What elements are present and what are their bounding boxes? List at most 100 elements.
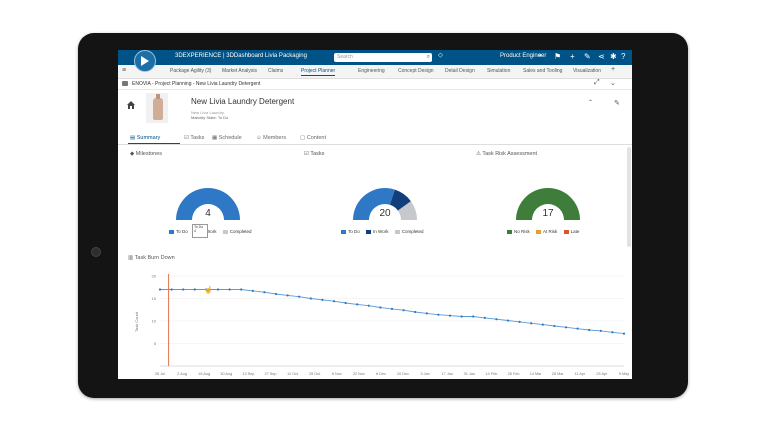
share-icon[interactable]: ⋖ [598, 52, 605, 62]
add-tab-icon[interactable]: + [611, 66, 615, 73]
active-subtab-indicator [128, 143, 180, 144]
add-icon[interactable]: + [570, 52, 575, 62]
home-icon[interactable] [126, 100, 136, 110]
burndown-point [564, 326, 568, 329]
burndown-point [588, 328, 591, 332]
x-tick-label: 28 Mar [552, 372, 565, 376]
widget-maximize-icon[interactable]: ⤢ [594, 79, 600, 87]
role-dropdown-icon[interactable]: ▾ [539, 53, 542, 59]
burndown-point [321, 298, 324, 301]
x-tick-label: 11 Apr [574, 372, 585, 376]
x-tick-label: 14 Feb [486, 372, 498, 376]
x-tick-label: 26 Jul [155, 372, 165, 376]
y-tick-label: 10 [152, 319, 157, 324]
project-title: New Livia Laundry Detergent [191, 97, 295, 106]
risk-donut[interactable]: 17 [470, 147, 624, 229]
burndown-point [448, 314, 452, 317]
x-tick-label: 6 Dec [376, 372, 386, 376]
collapse-icon[interactable]: ⌃ [588, 99, 593, 106]
tab-claims[interactable]: Claims [268, 68, 283, 74]
top-bar: 3DEXPERIENCE | 3DDashboard Livia Packagi… [118, 50, 632, 72]
x-tick-label: 25 Apr [596, 372, 608, 376]
subtab-summary[interactable]: ▤ Summary [130, 135, 160, 141]
tab-engineering[interactable]: Engineering [358, 68, 385, 74]
burndown-point [390, 307, 394, 310]
x-tick-label: 16 Aug [198, 372, 210, 376]
burndown-point [182, 288, 185, 291]
bottle-image [153, 94, 163, 120]
widget-title: ENOVIA - Project Planning - New Livia La… [132, 81, 261, 87]
milestones-donut[interactable]: 4 [124, 147, 292, 229]
tasks-legend: To Do In Work Completed [336, 229, 423, 234]
compass-icon[interactable] [134, 50, 156, 72]
burndown-point [309, 297, 312, 300]
burndown-title: ▥ Task Burn Down [128, 255, 175, 261]
tab-visualization[interactable]: Visualization [573, 68, 601, 74]
x-tick-label: 25 Oct [309, 372, 321, 376]
subtab-schedule[interactable]: ▦ Schedule [212, 135, 242, 141]
x-tick-label: 28 Feb [508, 372, 520, 376]
tab-simulation[interactable]: Simulation [487, 68, 510, 74]
search-input[interactable]: Search ⌕ [334, 53, 432, 62]
burndown-point [472, 315, 475, 318]
project-subtabs: ▤ Summary ☑ Tasks ▦ Schedule ☺ Members ▢… [118, 132, 632, 145]
profile-icon[interactable]: ⚑ [554, 52, 561, 62]
burndown-point [460, 315, 463, 318]
y-axis-label: Task Count [134, 311, 139, 332]
subtab-content[interactable]: ▢ Content [300, 135, 326, 141]
burndown-point [240, 288, 243, 291]
burndown-point [402, 309, 405, 312]
burndown-point [483, 316, 486, 319]
burndown-point [298, 295, 301, 298]
burndown-point [425, 312, 428, 315]
edit-icon[interactable]: ✎ [614, 99, 620, 107]
tab-sales-tooling[interactable]: Sales and Tooling [523, 68, 562, 74]
burndown-point [414, 310, 417, 314]
milestones-count: 4 [205, 208, 211, 219]
burndown-point [228, 288, 231, 291]
tasks-count: 20 [379, 208, 391, 219]
tag-icon[interactable]: ⬦ [438, 52, 443, 60]
x-tick-label: 31 Jan [464, 372, 475, 376]
apps-icon[interactable]: ✱ [610, 52, 617, 62]
tools-icon[interactable]: ✎ [584, 52, 591, 62]
burndown-point [495, 318, 498, 321]
x-tick-label: 14 Mar [530, 372, 543, 376]
subtab-members[interactable]: ☺ Members [256, 135, 286, 141]
burndown-chart: 20 15 10 5 Task Count 26 Jul 2 Aug 16 Aug 30 Aug… [134, 274, 629, 377]
burndown-point [158, 288, 162, 291]
tab-project-planner[interactable]: Project Planner [301, 68, 336, 76]
tasks-donut[interactable]: 20 [298, 147, 458, 229]
search-icon[interactable]: ⌕ [427, 54, 430, 61]
tab-package-agility[interactable]: Package Agility (3) [170, 68, 211, 74]
x-tick-label: 8 Nov [332, 372, 342, 376]
burndown-point [553, 324, 556, 328]
help-icon[interactable]: ? [621, 52, 625, 62]
risk-count: 17 [542, 208, 554, 219]
burndown-point [263, 291, 266, 294]
burndown-point [599, 329, 602, 332]
widget-header: ENOVIA - Project Planning - New Livia La… [118, 79, 632, 90]
x-tick-label: 13 Sep [242, 372, 254, 376]
tab-detail-design[interactable]: Detail Design [445, 68, 475, 74]
subtab-tasks[interactable]: ☑ Tasks [184, 135, 204, 141]
x-tick-label: 22 Nov [353, 372, 365, 376]
milestones-panel: ◆ Milestones 4 To Do In Work Completed [124, 147, 292, 246]
widget-menu-icon[interactable]: ⌄ [610, 79, 616, 87]
burndown-point [506, 319, 510, 322]
y-tick-label: 5 [154, 341, 157, 346]
menu-icon[interactable]: ≡ [122, 67, 126, 74]
tablet-frame: 3DEXPERIENCE | 3DDashboard Livia Packagi… [78, 33, 688, 398]
burndown-point [216, 288, 220, 291]
burndown-point [332, 300, 336, 303]
milestones-tooltip: To Do 4 [192, 224, 208, 238]
burndown-point [251, 289, 254, 292]
tab-concept-design[interactable]: Concept Design [398, 68, 434, 74]
panel-scrollbar[interactable] [627, 147, 631, 247]
burndown-point [170, 288, 173, 291]
x-tick-label: 17 Jan [442, 372, 453, 376]
tab-market-analysis[interactable]: Market Analysis [222, 68, 257, 74]
risk-legend: No Risk At Risk Late [502, 229, 579, 234]
burndown-point [518, 320, 521, 323]
x-tick-label: 30 Aug [220, 372, 232, 376]
